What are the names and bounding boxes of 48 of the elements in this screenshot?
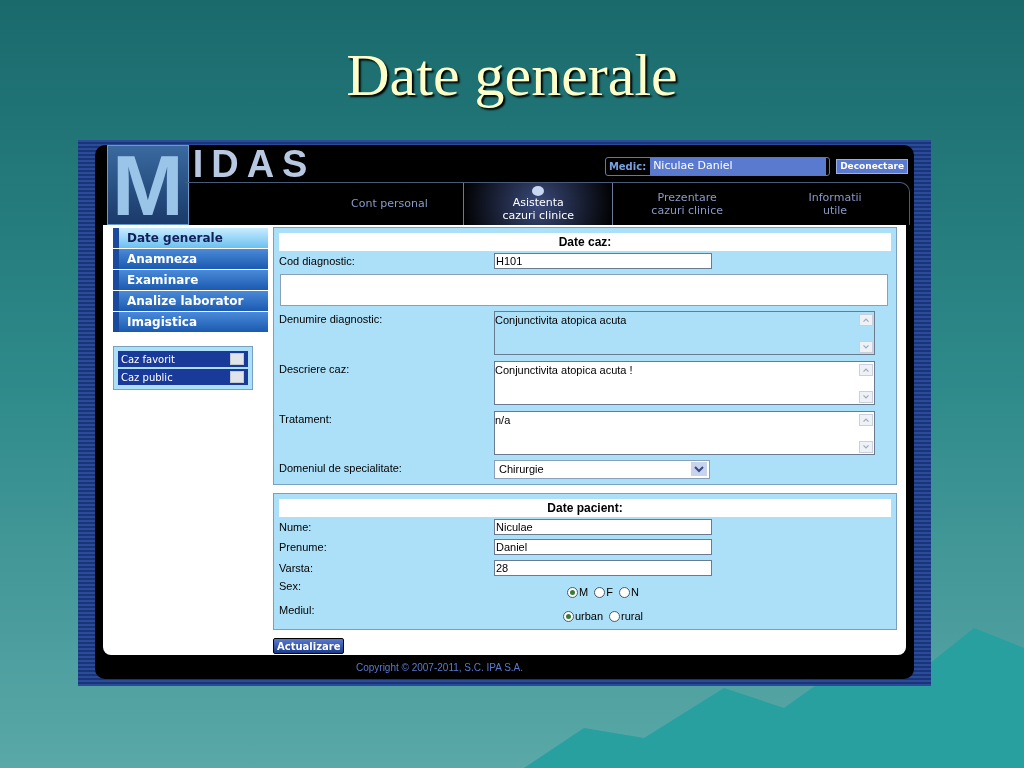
scroll-up-icon[interactable] [859, 413, 873, 426]
sidebar-item[interactable]: Anamneza [113, 249, 268, 269]
text-area[interactable]: n/a [494, 410, 875, 455]
nav-tab[interactable]: Cont personal [315, 182, 464, 225]
dropdown[interactable]: Chirurgie [494, 459, 710, 479]
field-label: Mediul: [278, 603, 316, 618]
text-field[interactable]: Daniel [494, 539, 712, 555]
nav-tab[interactable]: Asistenta cazuri clinice [463, 182, 613, 225]
field-label: Descriere caz: [278, 361, 351, 377]
checkbox[interactable] [230, 371, 244, 383]
update-button[interactable]: Actualizare [273, 638, 345, 654]
sidebar-item[interactable]: Date generale [113, 228, 268, 248]
scroll-up-icon[interactable] [859, 363, 873, 376]
field-label: Cod diagnostic: [278, 254, 356, 269]
radio-option[interactable]: rural [609, 608, 644, 625]
field-label: Varsta: [278, 560, 315, 576]
radio-option[interactable]: F [594, 584, 613, 601]
text-field[interactable]: Niculae [494, 518, 712, 535]
copyright-text: Copyright © 2007-2011, S.C. IPA S.A. [354, 661, 525, 675]
nav-tab[interactable]: Informatii utile [761, 182, 909, 225]
chevron-down-icon [691, 462, 707, 476]
doctor-label: Medic: [608, 159, 647, 174]
logout-button[interactable]: Deconectare [836, 158, 908, 174]
sidebar-item[interactable]: Imagistica [113, 312, 268, 332]
radio-option[interactable]: N [618, 584, 639, 601]
option-label: Caz favorit [121, 352, 176, 367]
radio-option[interactable]: M [567, 584, 589, 601]
sidebar-item[interactable]: Examinare [113, 270, 268, 290]
scroll-down-icon[interactable] [859, 440, 873, 453]
field-label: Sex: [278, 579, 302, 594]
scroll-down-icon[interactable] [859, 390, 873, 403]
section-title: Date caz: [279, 233, 891, 251]
section-title: Date pacient: [279, 498, 891, 517]
sidebar-item[interactable]: Analize laborator [113, 291, 268, 311]
text-field[interactable]: H101 [494, 253, 712, 269]
checkbox[interactable] [230, 353, 244, 365]
field-label: Domeniul de specialitate: [278, 460, 403, 476]
radio-option[interactable]: urban [562, 608, 604, 625]
text-field[interactable]: 28 [494, 559, 712, 576]
slide-title: Date generale [345, 41, 679, 110]
option-label: Caz public [121, 370, 173, 385]
field-label: Prenume: [278, 540, 328, 555]
text-field[interactable] [280, 273, 888, 306]
field-label: Nume: [278, 519, 313, 535]
field-label: Tratament: [278, 411, 333, 427]
field-label: Denumire diagnostic: [278, 311, 384, 327]
text-area[interactable]: Conjunctivita atopica acuta ! [494, 360, 875, 405]
doctor-name: Niculae Daniel [650, 158, 827, 175]
